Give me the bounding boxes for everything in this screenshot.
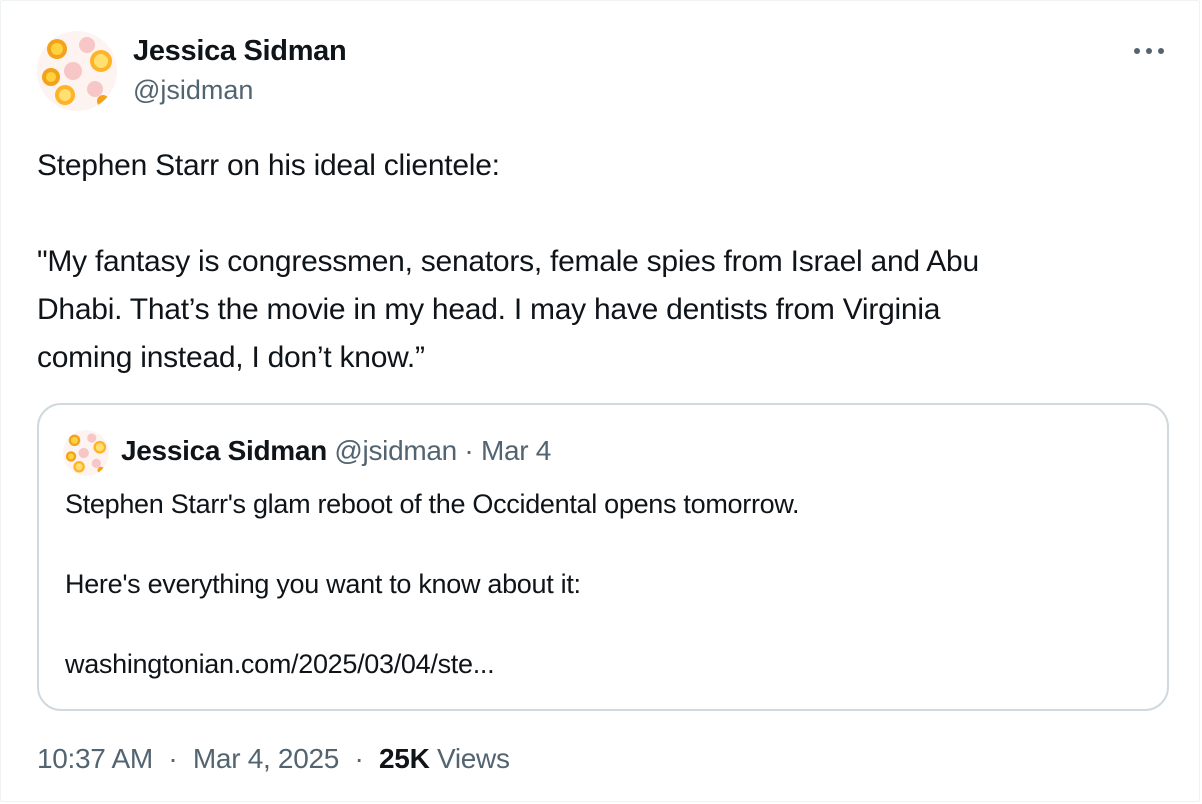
quoted-text-line: Stephen Starr's glam reboot of the Occid… — [65, 489, 800, 519]
quoted-tweet-link[interactable]: washingtonian.com/2025/03/04/ste... — [65, 644, 799, 684]
tweet-time[interactable]: 10:37 AM — [37, 743, 153, 774]
orange-slices-avatar-image — [63, 430, 109, 476]
author-name[interactable]: Jessica Sidman — [133, 35, 347, 68]
tweet-card: Jessica Sidman @jsidman Stephen Starr on… — [0, 0, 1200, 802]
author-avatar[interactable] — [37, 31, 117, 111]
quoted-tweet-card[interactable]: Jessica Sidman @jsidman · Mar 4 Stephen … — [37, 403, 1169, 711]
tweet-text: Stephen Starr on his ideal clientele: "M… — [37, 142, 1177, 382]
quoted-tweet-text: Stephen Starr's glam reboot of the Occid… — [65, 484, 800, 684]
separator-dot: · — [168, 743, 178, 774]
quoted-tweet-date: Mar 4 — [480, 435, 552, 466]
tweet-text-line: coming instead, I don’t know.” — [37, 341, 425, 374]
more-options-button[interactable] — [1129, 35, 1169, 67]
separator-dot: · — [464, 435, 474, 466]
tweet-text-line: Dhabi. That’s the movie in my head. I ma… — [37, 293, 941, 326]
separator-dot: · — [354, 743, 364, 774]
quoted-author-handle: @jsidman — [334, 435, 457, 466]
views-count: 25K — [379, 743, 430, 774]
tweet-date[interactable]: Mar 4, 2025 — [193, 743, 339, 774]
quoted-text-line: Here's everything you want to know about… — [65, 569, 581, 599]
quoted-author-name: Jessica Sidman — [121, 435, 327, 466]
tweet-footer: 10:37 AM · Mar 4, 2025 · 25K Views — [37, 743, 510, 775]
views-label: Views — [436, 743, 510, 774]
tweet-text-line: Stephen Starr on his ideal clientele: — [37, 149, 500, 182]
tweet-text-line: "My fantasy is congressmen, senators, fe… — [37, 245, 979, 278]
author-handle[interactable]: @jsidman — [133, 75, 253, 106]
orange-slices-avatar-image — [37, 31, 117, 111]
more-horizontal-icon — [1134, 48, 1164, 54]
quoted-tweet-header: Jessica Sidman @jsidman · Mar 4 — [121, 435, 551, 467]
quoted-author-avatar — [63, 430, 109, 476]
